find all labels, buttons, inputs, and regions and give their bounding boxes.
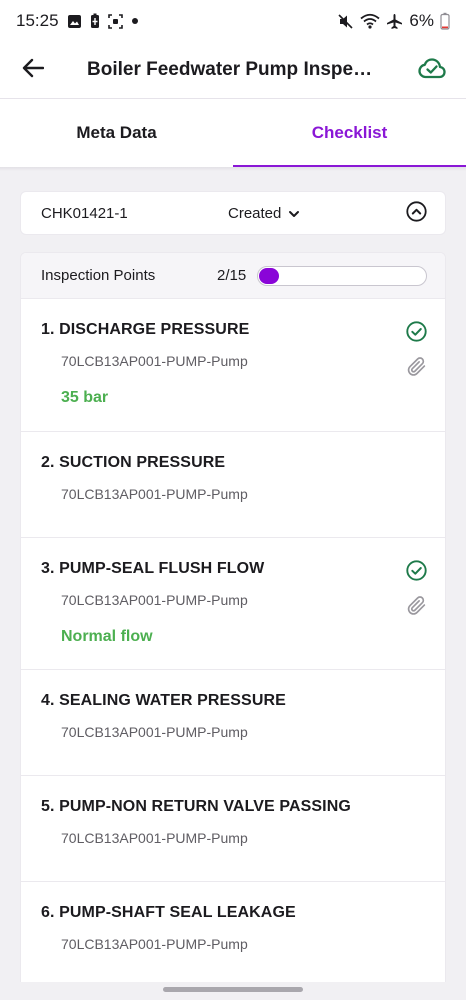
- back-button[interactable]: [22, 53, 56, 87]
- inspection-item-subtitle: 70LCB13AP001-PUMP-Pump: [61, 592, 248, 608]
- inspection-points-label: Inspection Points: [41, 267, 156, 284]
- tab-meta-data[interactable]: Meta Data: [0, 99, 233, 167]
- inspection-item[interactable]: 4. SEALING WATER PRESSURE 70LCB13AP001-P…: [21, 670, 445, 776]
- inspection-item[interactable]: 1. DISCHARGE PRESSURE 70LCB13AP001-PUMP-…: [21, 299, 445, 432]
- inspection-points-count: 2/15: [217, 267, 247, 284]
- paperclip-icon[interactable]: [406, 356, 427, 382]
- inspection-item[interactable]: 5. PUMP-NON RETURN VALVE PASSING 70LCB13…: [21, 776, 445, 882]
- inspection-progress-bar: [257, 265, 427, 286]
- inspection-item-subtitle: 70LCB13AP001-PUMP-Pump: [61, 936, 248, 952]
- inspection-item-title: 6. PUMP-SHAFT SEAL LEAKAGE: [41, 904, 296, 921]
- tab-bar: Meta Data Checklist: [0, 98, 466, 167]
- inspection-item-subtitle: 70LCB13AP001-PUMP-Pump: [61, 830, 248, 846]
- inspection-item-title: 4. SEALING WATER PRESSURE: [41, 692, 286, 709]
- inspection-item-title: 3. PUMP-SEAL FLUSH FLOW: [41, 560, 265, 577]
- tab-checklist[interactable]: Checklist: [233, 99, 466, 167]
- battery-percent: 6%: [409, 11, 434, 30]
- wifi-icon: [360, 13, 380, 29]
- status-bar: 15:25 6%: [0, 0, 466, 42]
- inspection-points-header: Inspection Points 2/15: [21, 253, 445, 299]
- checklist-header-card: CHK01421-1 Created: [20, 191, 446, 235]
- inspection-item-actions: [406, 321, 427, 382]
- status-left: 15:25: [16, 11, 139, 31]
- screenshot-icon: [107, 13, 123, 29]
- battery-icon: [440, 12, 450, 30]
- app-bar: Boiler Feedwater Pump Inspe…: [0, 42, 466, 98]
- inspection-item-title: 5. PUMP-NON RETURN VALVE PASSING: [41, 798, 351, 815]
- inspection-item-subtitle: 70LCB13AP001-PUMP-Pump: [61, 353, 248, 369]
- inspection-item-subtitle: 70LCB13AP001-PUMP-Pump: [61, 724, 248, 740]
- inspection-item[interactable]: 6. PUMP-SHAFT SEAL LEAKAGE 70LCB13AP001-…: [21, 882, 445, 988]
- inspection-list-card: Inspection Points 2/15 1. DISCHARGE PRES…: [20, 252, 446, 988]
- airplane-icon: [386, 13, 403, 30]
- page-title: Boiler Feedwater Pump Inspe…: [87, 59, 373, 80]
- chevron-up-circle-icon: [405, 200, 427, 226]
- status-dropdown[interactable]: Created: [228, 205, 300, 222]
- sync-button[interactable]: [414, 52, 450, 88]
- cloud-check-icon: [418, 57, 446, 84]
- status-dropdown-label: Created: [228, 204, 282, 222]
- inspection-item-value: Normal flow: [61, 628, 153, 645]
- inspection-item-title: 1. DISCHARGE PRESSURE: [41, 321, 250, 338]
- inspection-item[interactable]: 3. PUMP-SEAL FLUSH FLOW 70LCB13AP001-PUM…: [21, 538, 445, 670]
- check-circle-icon: [406, 321, 427, 347]
- check-circle-icon: [406, 560, 427, 586]
- battery-saver-icon: [90, 13, 100, 29]
- mute-icon: [337, 13, 354, 30]
- image-icon: [67, 14, 82, 29]
- checklist-id: CHK01421-1: [41, 204, 128, 222]
- chevron-down-icon: [288, 205, 300, 222]
- collapse-toggle-button[interactable]: [405, 200, 427, 226]
- home-indicator[interactable]: [163, 987, 303, 992]
- inspection-item-actions: [406, 560, 427, 621]
- main-content: CHK01421-1 Created Inspection Points 2/1…: [0, 171, 466, 988]
- paperclip-icon[interactable]: [406, 595, 427, 621]
- inspection-item[interactable]: 2. SUCTION PRESSURE 70LCB13AP001-PUMP-Pu…: [21, 432, 445, 538]
- inspection-progress-fill: [259, 267, 280, 284]
- inspection-item-value: 35 bar: [61, 389, 109, 406]
- arrow-left-icon: [22, 58, 45, 83]
- inspection-item-subtitle: 70LCB13AP001-PUMP-Pump: [61, 486, 248, 502]
- inspection-item-title: 2. SUCTION PRESSURE: [41, 454, 226, 471]
- status-right: 6%: [337, 11, 450, 31]
- status-time: 15:25: [16, 11, 59, 30]
- dot-icon: [131, 17, 139, 25]
